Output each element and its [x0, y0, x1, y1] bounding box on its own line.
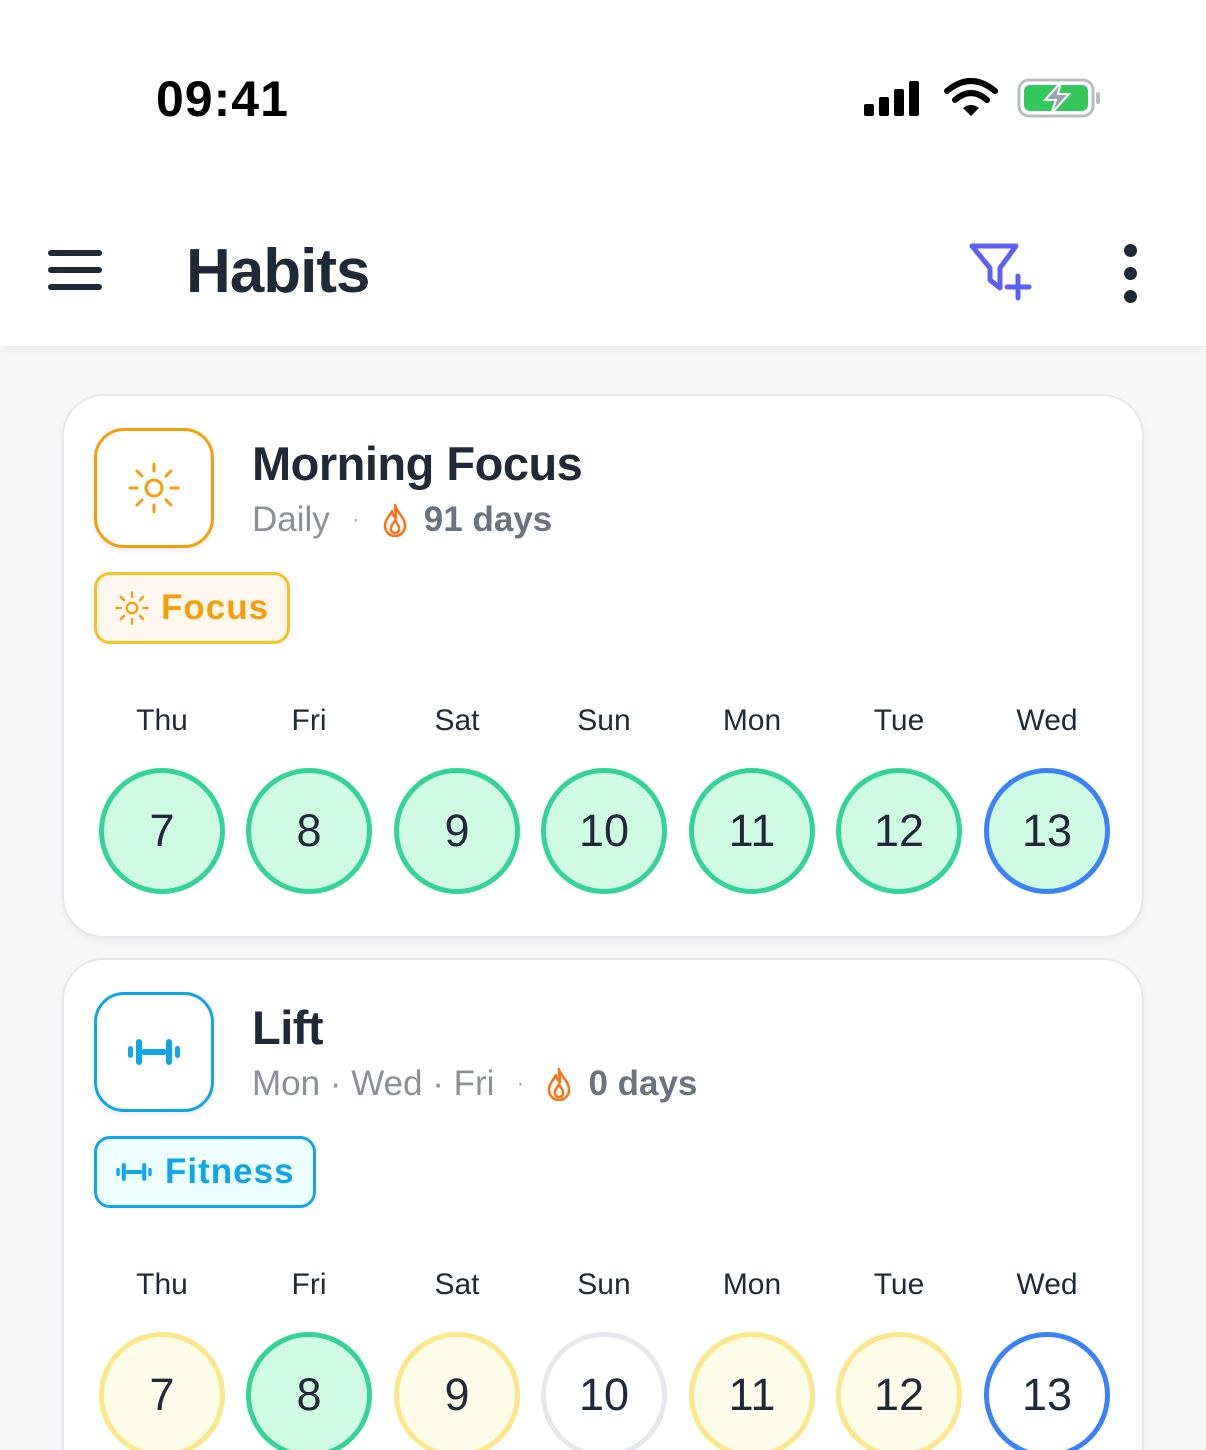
day-label: Mon — [722, 704, 782, 737]
day-circle[interactable]: 7 — [99, 1332, 225, 1450]
day-circle[interactable]: 9 — [394, 1332, 520, 1450]
day-label: Fri — [291, 704, 327, 737]
day-label: Sun — [577, 1268, 631, 1301]
day-label: Thu — [136, 704, 188, 737]
day-circle[interactable]: 10 — [541, 1332, 667, 1450]
meta-separator: · — [351, 506, 360, 533]
more-vertical-icon-dot — [1124, 267, 1137, 280]
day-circle[interactable]: 7 — [99, 768, 225, 894]
habit-card-lift[interactable]: Lift Mon · Wed · Fri · 0 days Fitness Th… — [62, 958, 1144, 1450]
more-vertical-icon-dot — [1124, 290, 1137, 303]
filter-plus-icon — [969, 243, 1032, 301]
day-label: Sat — [434, 1268, 480, 1301]
day-label: Fri — [291, 1268, 327, 1301]
tag-fitness[interactable]: Fitness — [94, 1136, 316, 1208]
status-bar: 09:41 — [0, 0, 1206, 190]
day-circle[interactable]: 11 — [689, 1332, 815, 1450]
tag-label: Focus — [161, 588, 270, 627]
sun-icon — [128, 462, 180, 514]
habit-schedule: Mon · Wed · Fri — [252, 1064, 495, 1103]
day-circle[interactable]: 10 — [541, 768, 667, 894]
menu-icon-line — [48, 267, 102, 273]
habit-schedule: Daily — [252, 500, 330, 539]
wifi-icon — [944, 78, 998, 116]
menu-button[interactable] — [40, 240, 112, 300]
more-options-button[interactable] — [1106, 238, 1156, 308]
habit-meta: Mon · Wed · Fri · 0 days — [252, 1064, 697, 1104]
meta-separator: · — [516, 1070, 525, 1097]
day-label: Mon — [722, 1268, 782, 1301]
add-filter-button[interactable] — [964, 238, 1038, 308]
day-label: Tue — [873, 1268, 925, 1301]
habit-streak: 91 days — [423, 500, 553, 539]
habit-meta: Daily · 91 days — [252, 500, 552, 540]
day-circle[interactable]: 8 — [246, 1332, 372, 1450]
day-label: Sun — [577, 704, 631, 737]
day-circle-today[interactable]: 13 — [984, 768, 1110, 894]
habit-card-morning-focus[interactable]: Morning Focus Daily · 91 days Focus Thu … — [62, 394, 1144, 938]
sun-icon — [115, 591, 149, 625]
habit-icon-container — [94, 428, 214, 548]
cellular-signal-icon — [864, 81, 919, 116]
dumbbell-icon — [128, 1039, 180, 1065]
more-vertical-icon — [1124, 244, 1137, 257]
flame-icon — [382, 503, 408, 537]
menu-icon-line — [48, 284, 102, 290]
tag-label: Fitness — [165, 1152, 295, 1191]
day-circle[interactable]: 8 — [246, 768, 372, 894]
habit-streak: 0 days — [588, 1064, 698, 1103]
day-circle[interactable]: 11 — [689, 768, 815, 894]
flame-icon — [546, 1067, 572, 1101]
day-label: Tue — [873, 704, 925, 737]
day-circle[interactable]: 12 — [836, 1332, 962, 1450]
battery-charging-icon — [1017, 78, 1100, 118]
habit-name: Morning Focus — [252, 437, 583, 490]
page-title: Habits — [186, 237, 370, 306]
menu-icon — [48, 250, 102, 256]
status-time: 09:41 — [156, 71, 289, 127]
day-circle[interactable]: 9 — [394, 768, 520, 894]
habit-icon-container — [94, 992, 214, 1112]
habit-name: Lift — [252, 1001, 324, 1054]
day-label: Thu — [136, 1268, 188, 1301]
dumbbell-icon — [115, 1160, 153, 1184]
day-label: Wed — [1016, 1268, 1078, 1301]
day-circle[interactable]: 12 — [836, 768, 962, 894]
tag-focus[interactable]: Focus — [94, 572, 291, 644]
app-bar: Habits — [0, 190, 1206, 346]
day-circle-today[interactable]: 13 — [984, 1332, 1110, 1450]
day-label: Sat — [434, 704, 480, 737]
day-label: Wed — [1016, 704, 1078, 737]
